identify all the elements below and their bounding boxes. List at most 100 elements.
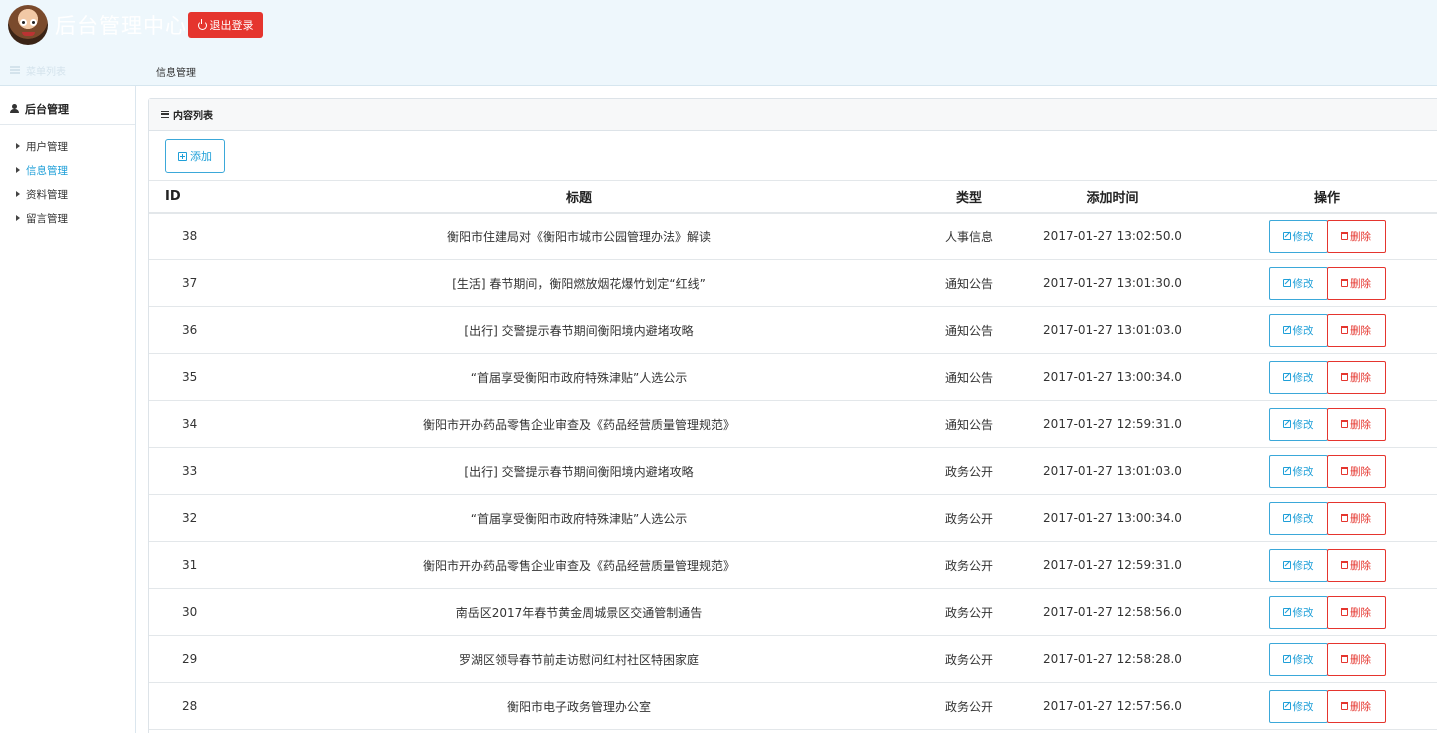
caret-right-icon	[16, 167, 20, 173]
edit-button[interactable]: 修改	[1268, 407, 1328, 441]
cell-id: 32	[149, 494, 229, 542]
top-header: 后台管理中心 退出登录	[0, 0, 1437, 52]
delete-label: 删除	[1350, 324, 1371, 337]
edit-icon	[1282, 702, 1291, 710]
menu-icon	[10, 66, 20, 74]
cell-title: 南岳区2017年春节黄金周城景区交通管制通告	[229, 588, 929, 636]
table-row: 32 “首届享受衡阳市政府特殊津贴”人选公示 政务公开 2017-01-27 1…	[149, 494, 1437, 542]
edit-button[interactable]: 修改	[1268, 266, 1328, 300]
delete-button[interactable]: 删除	[1326, 548, 1386, 582]
edit-button[interactable]: 修改	[1268, 548, 1328, 582]
cell-id: 38	[149, 212, 229, 260]
cell-ops: 修改 删除	[1216, 494, 1437, 542]
delete-label: 删除	[1350, 371, 1371, 384]
logout-button[interactable]: 退出登录	[188, 12, 263, 38]
edit-label: 修改	[1292, 277, 1314, 290]
edit-icon	[1282, 420, 1291, 428]
edit-icon	[1282, 232, 1291, 241]
cell-time: 2017-01-27 13:02:50.0	[1009, 212, 1216, 260]
table-header-row: ID 标题 类型 添加时间 操作	[149, 180, 1437, 214]
delete-button[interactable]: 删除	[1326, 313, 1386, 347]
edit-icon	[1282, 608, 1291, 616]
menu-toggle-label: 菜单列表	[26, 66, 66, 78]
cell-id: 31	[149, 541, 229, 589]
delete-label: 删除	[1350, 230, 1371, 243]
edit-label: 修改	[1292, 559, 1314, 572]
cell-type: 通知公告	[929, 353, 1009, 401]
delete-button[interactable]: 删除	[1326, 360, 1386, 394]
sidebar-item-label: 用户管理	[26, 140, 68, 153]
cell-ops: 修改 删除	[1216, 447, 1437, 495]
delete-label: 删除	[1350, 418, 1371, 431]
edit-button[interactable]: 修改	[1268, 595, 1328, 629]
content-table: ID 标题 类型 添加时间 操作 38 衡阳市住建局对《衡阳市城市公园管理办法》…	[149, 180, 1437, 730]
delete-button[interactable]: 删除	[1326, 454, 1386, 488]
cell-type: 政务公开	[929, 447, 1009, 495]
power-icon	[197, 18, 207, 30]
delete-button[interactable]: 删除	[1326, 266, 1386, 300]
delete-button[interactable]: 删除	[1326, 595, 1386, 629]
trash-icon	[1341, 279, 1348, 287]
trash-icon	[1341, 608, 1348, 616]
cell-title: 衡阳市开办药品零售企业审查及《药品经营质量管理规范》	[229, 541, 929, 589]
menu-toggle[interactable]: 菜单列表	[10, 65, 74, 78]
delete-label: 删除	[1350, 700, 1371, 713]
cell-time: 2017-01-27 13:00:34.0	[1009, 353, 1216, 401]
cell-ops: 修改 删除	[1216, 588, 1437, 636]
avatar-eye-right	[30, 19, 37, 26]
cell-type: 通知公告	[929, 259, 1009, 307]
delete-label: 删除	[1350, 606, 1371, 619]
edit-label: 修改	[1292, 653, 1314, 666]
edit-label: 修改	[1292, 230, 1314, 243]
edit-button[interactable]: 修改	[1268, 360, 1328, 394]
delete-button[interactable]: 删除	[1326, 219, 1386, 253]
cell-id: 36	[149, 306, 229, 354]
sidebar-item-messages[interactable]: 留言管理	[0, 206, 135, 230]
delete-button[interactable]: 删除	[1326, 407, 1386, 441]
cell-title: “首届享受衡阳市政府特殊津贴”人选公示	[229, 494, 929, 542]
edit-button[interactable]: 修改	[1268, 689, 1328, 723]
table-row: 31 衡阳市开办药品零售企业审查及《药品经营质量管理规范》 政务公开 2017-…	[149, 541, 1437, 589]
table-row: 30 南岳区2017年春节黄金周城景区交通管制通告 政务公开 2017-01-2…	[149, 588, 1437, 636]
caret-right-icon	[16, 143, 20, 149]
cell-title: 罗湖区领导春节前走访慰问红村社区特困家庭	[229, 635, 929, 683]
edit-label: 修改	[1292, 418, 1314, 431]
edit-button[interactable]: 修改	[1268, 642, 1328, 676]
sidebar-item-users[interactable]: 用户管理	[0, 134, 135, 158]
cell-time: 2017-01-27 12:58:28.0	[1009, 635, 1216, 683]
cell-id: 37	[149, 259, 229, 307]
edit-button[interactable]: 修改	[1268, 454, 1328, 488]
cell-id: 29	[149, 635, 229, 683]
delete-label: 删除	[1350, 559, 1371, 572]
cell-ops: 修改 删除	[1216, 306, 1437, 354]
delete-button[interactable]: 删除	[1326, 689, 1386, 723]
edit-button[interactable]: 修改	[1268, 313, 1328, 347]
cell-title: 衡阳市开办药品零售企业审查及《药品经营质量管理规范》	[229, 400, 929, 448]
cell-type: 政务公开	[929, 494, 1009, 542]
user-icon	[10, 104, 19, 113]
cell-type: 政务公开	[929, 682, 1009, 730]
add-button[interactable]: 添加	[165, 139, 225, 173]
edit-button[interactable]: 修改	[1268, 501, 1328, 535]
cell-time: 2017-01-27 13:01:03.0	[1009, 306, 1216, 354]
edit-button[interactable]: 修改	[1268, 219, 1328, 253]
cell-ops: 修改 删除	[1216, 353, 1437, 401]
cell-title: 衡阳市住建局对《衡阳市城市公园管理办法》解读	[229, 212, 929, 260]
cell-id: 34	[149, 400, 229, 448]
sidebar-section-admin[interactable]: 后台管理	[0, 93, 135, 125]
edit-label: 修改	[1292, 512, 1314, 525]
cell-title: [出行] 交警提示春节期间衡阳境内避堵攻略	[229, 447, 929, 495]
sidebar-item-info[interactable]: 信息管理	[0, 158, 135, 182]
cell-ops: 修改 删除	[1216, 259, 1437, 307]
caret-right-icon	[16, 191, 20, 197]
delete-button[interactable]: 删除	[1326, 642, 1386, 676]
sidebar-item-materials[interactable]: 资料管理	[0, 182, 135, 206]
cell-time: 2017-01-27 13:01:03.0	[1009, 447, 1216, 495]
column-header-ops: 操作	[1216, 180, 1437, 214]
cell-type: 政务公开	[929, 635, 1009, 683]
trash-icon	[1341, 655, 1348, 663]
table-body: 38 衡阳市住建局对《衡阳市城市公园管理办法》解读 人事信息 2017-01-2…	[149, 212, 1437, 730]
cell-ops: 修改 删除	[1216, 541, 1437, 589]
delete-button[interactable]: 删除	[1326, 501, 1386, 535]
sidebar: 后台管理 用户管理 信息管理 资料管理 留言管理	[0, 86, 136, 733]
